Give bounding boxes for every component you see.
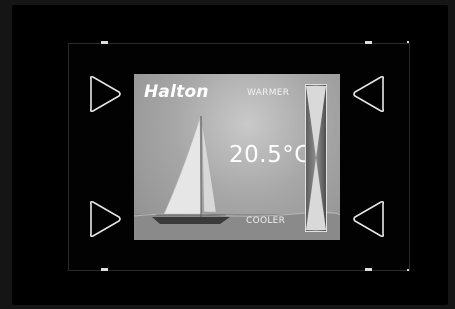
frame-corner-mark (407, 41, 409, 43)
cooler-label: COOLER (246, 216, 286, 226)
slider-track (305, 84, 327, 232)
bottom-left-arrow-button[interactable] (86, 198, 124, 240)
frame-tick (365, 268, 372, 271)
triangle-left-icon (353, 200, 385, 238)
bottom-right-arrow-button[interactable] (350, 198, 388, 240)
temperature-slider[interactable] (305, 84, 327, 232)
triangle-left-icon (353, 75, 385, 113)
top-right-arrow-button[interactable] (350, 73, 388, 115)
temperature-readout: 20.5°C (229, 142, 311, 168)
triangle-right-icon (89, 200, 121, 238)
top-left-arrow-button[interactable] (86, 73, 124, 115)
warmer-label: WARMER (247, 88, 290, 98)
triangle-right-icon (89, 75, 121, 113)
frame-corner-mark (407, 269, 409, 271)
brand-logo: Halton (144, 82, 209, 102)
frame-tick (365, 41, 372, 44)
frame-tick (101, 41, 108, 44)
frame-tick (101, 268, 108, 271)
lcd-screen: Halton WARMER 20.5°C COOLER (134, 74, 340, 240)
